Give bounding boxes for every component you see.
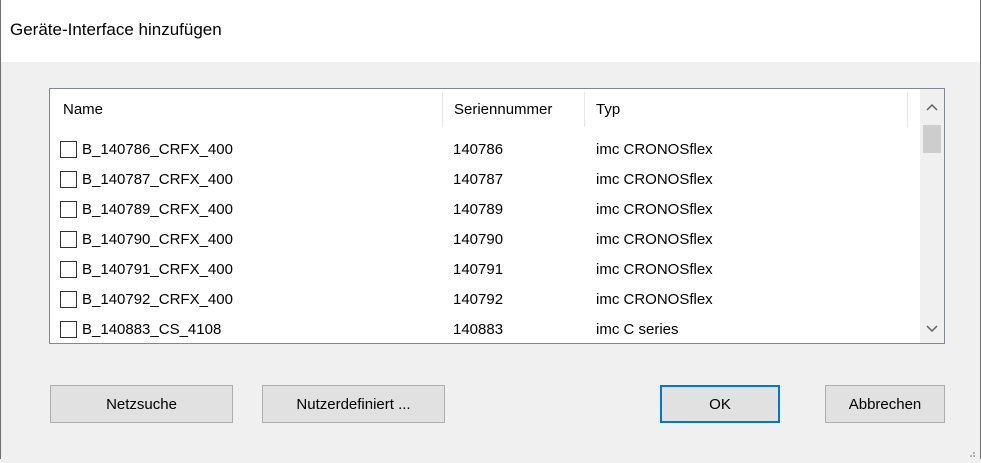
- vertical-scrollbar[interactable]: [920, 89, 944, 343]
- table-row[interactable]: B_140787_CRFX_400 140787 imc CRONOSflex: [50, 167, 922, 197]
- table-row[interactable]: B_140792_CRFX_400 140792 imc CRONOSflex: [50, 287, 922, 317]
- row-checkbox[interactable]: [60, 291, 77, 308]
- dialog-title: Geräte-Interface hinzufügen: [10, 20, 222, 39]
- device-name: B_140791_CRFX_400: [82, 261, 233, 278]
- ok-button[interactable]: OK: [660, 385, 780, 423]
- row-checkbox[interactable]: [60, 201, 77, 218]
- column-header-serial[interactable]: Seriennummer: [443, 89, 584, 129]
- device-type: imc CRONOSflex: [596, 231, 713, 248]
- device-name: B_140787_CRFX_400: [82, 171, 233, 188]
- table-row[interactable]: B_140791_CRFX_400 140791 imc CRONOSflex: [50, 257, 922, 287]
- device-serial: 140790: [453, 231, 504, 248]
- device-type: imc C series: [596, 321, 679, 338]
- row-checkbox[interactable]: [60, 231, 77, 248]
- device-name: B_140789_CRFX_400: [82, 201, 233, 218]
- chevron-up-icon[interactable]: [920, 95, 944, 119]
- row-checkbox[interactable]: [60, 141, 77, 158]
- table-row[interactable]: B_140789_CRFX_400 140789 imc CRONOSflex: [50, 197, 922, 227]
- row-checkbox[interactable]: [60, 321, 77, 338]
- device-type: imc CRONOSflex: [596, 201, 713, 218]
- table-row[interactable]: B_140790_CRFX_400 140790 imc CRONOSflex: [50, 227, 922, 257]
- table-row[interactable]: B_140786_CRFX_400 140786 imc CRONOSflex: [50, 137, 922, 167]
- device-type: imc CRONOSflex: [596, 171, 713, 188]
- list-header: Name Seriennummer Typ: [50, 89, 922, 129]
- column-header-type[interactable]: Typ: [585, 89, 907, 129]
- scroll-thumb[interactable]: [923, 125, 941, 153]
- column-header-name[interactable]: Name: [50, 89, 442, 129]
- device-type: imc CRONOSflex: [596, 291, 713, 308]
- device-type: imc CRONOSflex: [596, 141, 713, 158]
- row-checkbox[interactable]: [60, 171, 77, 188]
- device-serial: 140792: [453, 291, 504, 308]
- device-name: B_140790_CRFX_400: [82, 231, 233, 248]
- cancel-button[interactable]: Abbrechen: [825, 385, 945, 423]
- title-bar[interactable]: Geräte-Interface hinzufügen: [1, 0, 980, 62]
- device-serial: 140791: [453, 261, 504, 278]
- device-name: B_140786_CRFX_400: [82, 141, 233, 158]
- device-serial: 140787: [453, 171, 504, 188]
- resize-grip-icon[interactable]: [966, 445, 976, 457]
- chevron-down-icon[interactable]: [920, 317, 944, 341]
- dialog-window: Geräte-Interface hinzufügen Name Serienn…: [0, 0, 981, 459]
- userdefined-button[interactable]: Nutzerdefiniert ...: [262, 385, 445, 423]
- device-serial: 140883: [453, 321, 504, 338]
- device-name: B_140792_CRFX_400: [82, 291, 233, 308]
- device-serial: 140786: [453, 141, 504, 158]
- table-row[interactable]: B_140883_CS_4108 140883 imc C series: [50, 317, 922, 343]
- row-checkbox[interactable]: [60, 261, 77, 278]
- column-divider[interactable]: [907, 92, 908, 127]
- netsearch-button[interactable]: Netzsuche: [50, 385, 233, 423]
- device-list[interactable]: Name Seriennummer Typ B_140786_CRFX_400 …: [49, 88, 945, 344]
- device-type: imc CRONOSflex: [596, 261, 713, 278]
- device-serial: 140789: [453, 201, 504, 218]
- device-name: B_140883_CS_4108: [82, 321, 222, 338]
